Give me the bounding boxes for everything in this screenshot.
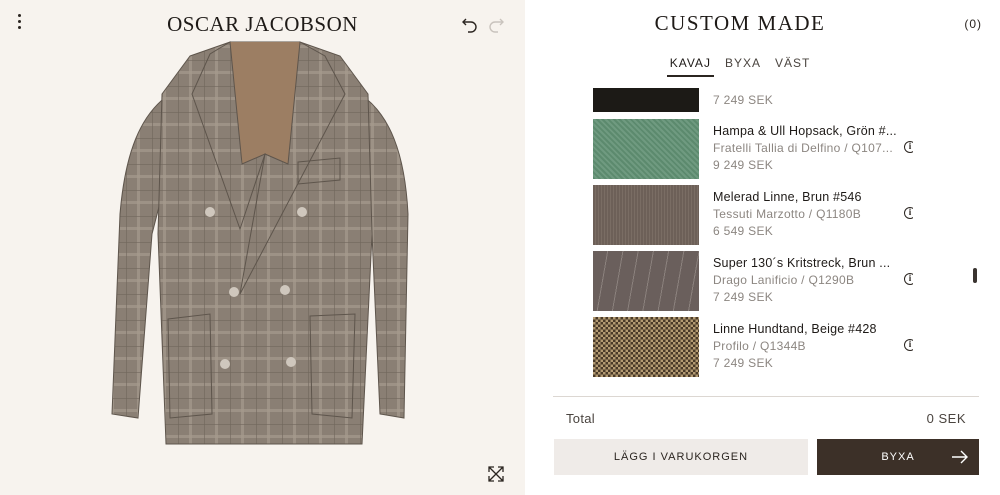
total-label: Total [566,411,595,426]
fabric-name: Linne Hundtand, Beige #428 [713,322,877,336]
fabric-price: 7 249 SEK [713,356,774,370]
undo-icon[interactable] [460,14,480,34]
fabric-swatch [593,251,699,311]
fabric-name: Hampa & Ull Hopsack, Grön #... [713,124,897,138]
cart-count[interactable]: (0) [964,17,982,31]
fabric-swatch [593,317,699,377]
garment-tabs: KAVAJ BYXA VÄST [525,55,955,77]
fabric-price: 9 249 SEK [713,158,774,172]
fabric-swatch [593,88,699,112]
configurator-panel: CUSTOM MADE (0) KAVAJ BYXA VÄST 7 249 SE… [525,0,1000,495]
preview-panel: OSCAR JACOBSON [0,0,525,495]
fabric-swatch [593,185,699,245]
next-step-label: BYXA [881,451,915,463]
fabric-item[interactable]: Melerad Linne, Brun #546 Tessuti Marzott… [593,185,913,247]
fabric-price: 7 249 SEK [713,290,774,304]
expand-icon[interactable] [486,464,506,484]
fabric-swatch [593,119,699,179]
next-step-button[interactable]: BYXA [817,439,979,475]
info-icon[interactable]: i [904,207,913,219]
tab-byxa[interactable]: BYXA [722,55,764,77]
fabric-maker: Tessuti Marzotto / Q1180B [713,207,862,221]
divider [553,396,979,397]
info-icon[interactable]: i [904,273,913,285]
fabric-maker: Drago Lanificio / Q1290B [713,273,855,287]
scrollbar[interactable] [973,268,977,283]
info-icon[interactable]: i [904,339,913,351]
fabric-name: Super 130´s Kritstreck, Brun ... [713,256,891,270]
info-icon[interactable]: i [904,141,913,153]
add-to-cart-button[interactable]: LÄGG I VARUKORGEN [554,439,808,475]
fabric-name: Melerad Linne, Brun #546 [713,190,862,204]
fabric-price: 7 249 SEK [713,93,774,107]
jacket-preview[interactable] [100,34,430,474]
tab-kavaj[interactable]: KAVAJ [666,55,714,77]
fabric-maker: Fratelli Tallia di Delfino / Q107... [713,141,893,155]
fabric-item[interactable]: Super 130´s Kritstreck, Brun ... Drago L… [593,251,913,313]
page-title: CUSTOM MADE [654,11,826,35]
total-value: 0 SEK [926,411,966,426]
fabric-price: 6 549 SEK [713,224,774,238]
redo-icon[interactable] [486,14,506,34]
fabric-item[interactable]: Linne Hundtand, Beige #428 Profilo / Q13… [593,317,913,379]
fabric-list[interactable]: 7 249 SEK Hampa & Ull Hopsack, Grön #...… [593,88,913,380]
tab-vast[interactable]: VÄST [772,55,813,77]
fabric-maker: Profilo / Q1344B [713,339,806,353]
fabric-item[interactable]: Hampa & Ull Hopsack, Grön #... Fratelli … [593,119,913,181]
arrow-right-icon [952,450,968,464]
